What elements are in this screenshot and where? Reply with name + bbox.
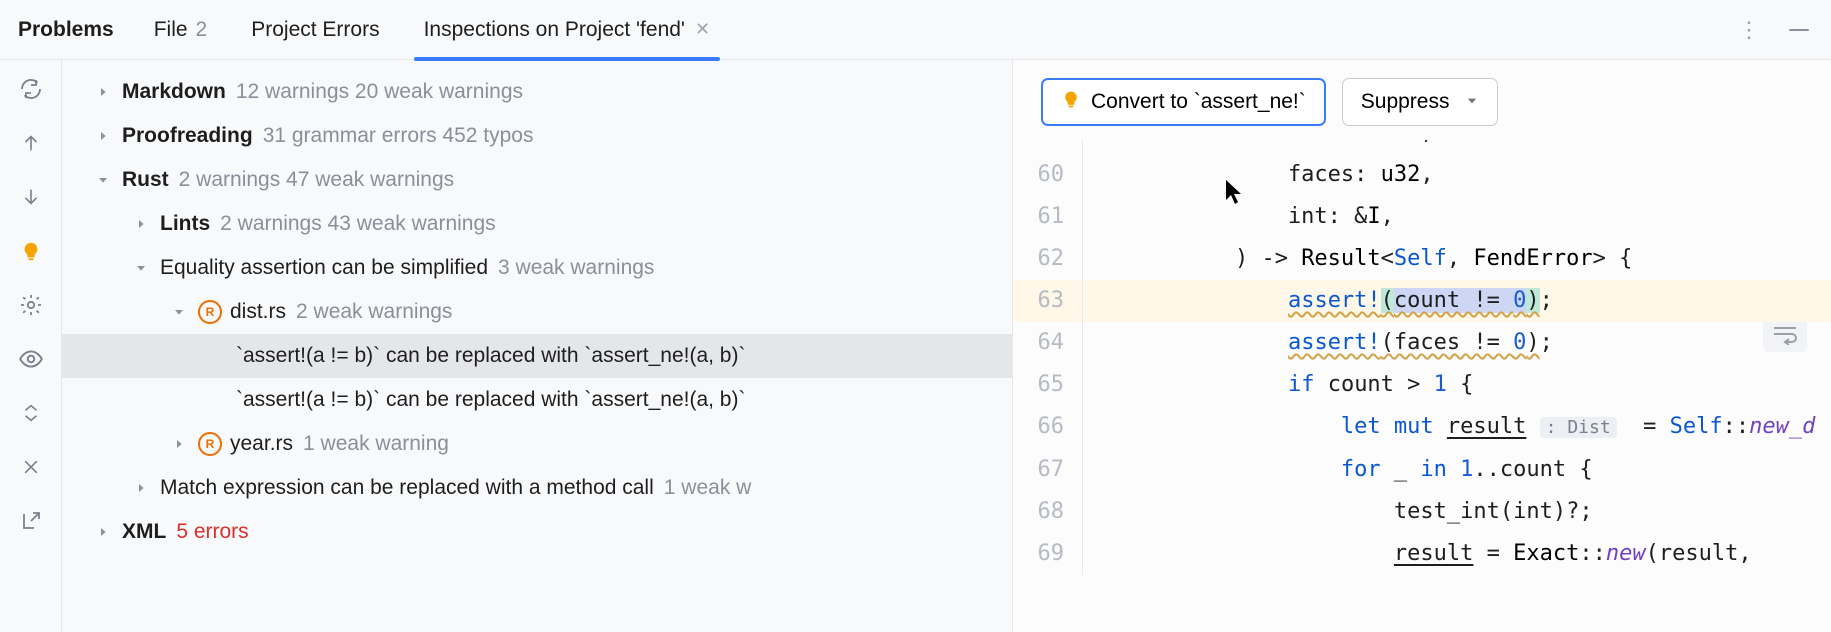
- code-line[interactable]: int: &I,: [1083, 196, 1831, 238]
- line-number: 67: [1013, 449, 1083, 491]
- chevron-right-icon[interactable]: [128, 211, 154, 237]
- tree-row[interactable]: XML 5 errors: [62, 510, 1012, 554]
- line-number: 60: [1013, 154, 1083, 196]
- tree-meta: 1 weak warning: [303, 432, 449, 456]
- tab-label: Project Errors: [251, 18, 379, 42]
- tree-row[interactable]: Markdown 12 warnings 20 weak warnings: [62, 70, 1012, 114]
- tree-label: dist.rs: [230, 300, 286, 324]
- tree-meta: 2 warnings 43 weak warnings: [220, 212, 495, 236]
- suppress-label: Suppress: [1361, 90, 1450, 114]
- tree-label: Rust: [122, 168, 169, 192]
- code-line[interactable]: result = Exact::new(result,: [1083, 533, 1831, 575]
- tab-file[interactable]: File 2: [154, 0, 208, 60]
- line-number: 62: [1013, 238, 1083, 280]
- chevron-right-icon[interactable]: [166, 431, 192, 457]
- eye-icon[interactable]: [16, 344, 46, 374]
- quickfix-label: Convert to `assert_ne!`: [1091, 90, 1306, 114]
- line-number: 64: [1013, 322, 1083, 364]
- panel-title: Problems: [18, 18, 114, 42]
- line-number: 61: [1013, 196, 1083, 238]
- code-line[interactable]: test_int(int)?;: [1083, 491, 1831, 533]
- tree-row[interactable]: `assert!(a != b)` can be replaced with `…: [62, 334, 1012, 378]
- tree-meta: 1 weak w: [664, 476, 752, 500]
- rust-file-icon: R: [198, 300, 222, 324]
- tree-row[interactable]: Equality assertion can be simplified 3 we…: [62, 246, 1012, 290]
- tree-row[interactable]: Ryear.rs 1 weak warning: [62, 422, 1012, 466]
- line-number: 69: [1013, 533, 1083, 575]
- tree-row[interactable]: `assert!(a != b)` can be replaced with `…: [62, 378, 1012, 422]
- tree-label: Equality assertion can be simplified: [160, 256, 488, 280]
- chevron-right-icon[interactable]: [90, 519, 116, 545]
- tab-label: File: [154, 18, 188, 42]
- tree-meta: 31 grammar errors 452 typos: [263, 124, 534, 148]
- tab-project-errors[interactable]: Project Errors: [251, 0, 379, 60]
- line-number: 65: [1013, 364, 1083, 406]
- arrow-down-icon[interactable]: [16, 182, 46, 212]
- tree-meta: 5 errors: [176, 520, 248, 544]
- action-bar: Convert to `assert_ne!` Suppress: [1013, 60, 1831, 140]
- header-bar: Problems File 2 Project Errors Inspectio…: [0, 0, 1831, 60]
- chevron-down-icon: [1465, 90, 1479, 114]
- code-line[interactable]: assert!(faces != 0);: [1083, 322, 1831, 364]
- bulb-icon[interactable]: [16, 236, 46, 266]
- collapse-icon[interactable]: [16, 398, 46, 428]
- tree-label: `assert!(a != b)` can be replaced with `…: [236, 388, 745, 412]
- tree-label: Lints: [160, 212, 210, 236]
- line-number: 63: [1013, 280, 1083, 322]
- tree-row[interactable]: Rust 2 warnings 47 weak warnings: [62, 158, 1012, 202]
- code-view[interactable]: 59 count: u32,60 faces: u32,61 int: &I,6…: [1013, 140, 1831, 575]
- chevron-right-icon[interactable]: [90, 79, 116, 105]
- export-icon[interactable]: [16, 506, 46, 536]
- code-line[interactable]: ) -> Result<Self, FendError> {: [1083, 238, 1831, 280]
- line-number: 66: [1013, 406, 1083, 449]
- refresh-icon[interactable]: [16, 74, 46, 104]
- code-line[interactable]: for _ in 1..count {: [1083, 449, 1831, 491]
- tree-row[interactable]: Lints 2 warnings 43 weak warnings: [62, 202, 1012, 246]
- rust-file-icon: R: [198, 432, 222, 456]
- tree-row[interactable]: Match expression can be replaced with a …: [62, 466, 1012, 510]
- chevron-down-icon[interactable]: [166, 299, 192, 325]
- tree-meta: 3 weak warnings: [498, 256, 654, 280]
- tree-label: Match expression can be replaced with a …: [160, 476, 654, 500]
- problems-tree: Markdown 12 warnings 20 weak warnings Proo…: [62, 60, 1012, 632]
- icon-rail: [0, 60, 62, 632]
- tree-meta: 2 weak warnings: [296, 300, 452, 324]
- bulb-icon: [1061, 89, 1081, 115]
- code-line[interactable]: faces: u32,: [1083, 154, 1831, 196]
- chevron-right-icon[interactable]: [90, 123, 116, 149]
- tree-meta: 2 warnings 47 weak warnings: [179, 168, 454, 192]
- tab-badge: 2: [196, 18, 208, 42]
- tree-label: Proofreading: [122, 124, 253, 148]
- chevron-down-icon[interactable]: [90, 167, 116, 193]
- gear-icon[interactable]: [16, 290, 46, 320]
- close-icon[interactable]: [16, 452, 46, 482]
- quickfix-button[interactable]: Convert to `assert_ne!`: [1041, 78, 1326, 126]
- code-line[interactable]: count: u32,: [1083, 140, 1831, 154]
- tree-label: `assert!(a != b)` can be replaced with `…: [236, 344, 745, 368]
- chevron-down-icon[interactable]: [128, 255, 154, 281]
- tab-inspections[interactable]: Inspections on Project 'fend' ✕: [424, 0, 710, 60]
- tree-meta: 12 warnings 20 weak warnings: [236, 80, 523, 104]
- code-line[interactable]: assert!(count != 0);: [1083, 280, 1831, 322]
- close-icon[interactable]: ✕: [695, 19, 710, 40]
- tree-row[interactable]: Proofreading 31 grammar errors 452 typos: [62, 114, 1012, 158]
- suppress-button[interactable]: Suppress: [1342, 78, 1499, 126]
- more-icon[interactable]: ⋮: [1738, 17, 1761, 43]
- tree-row[interactable]: Rdist.rs 2 weak warnings: [62, 290, 1012, 334]
- tree-label: Markdown: [122, 80, 226, 104]
- tree-label: XML: [122, 520, 166, 544]
- tree-label: year.rs: [230, 432, 293, 456]
- code-line[interactable]: if count > 1 {: [1083, 364, 1831, 406]
- line-number: 68: [1013, 491, 1083, 533]
- code-line[interactable]: let mut result : Dist = Self::new_d: [1083, 406, 1831, 449]
- tab-label: Inspections on Project 'fend': [424, 18, 685, 42]
- line-number: 59: [1013, 140, 1083, 154]
- chevron-right-icon[interactable]: [128, 475, 154, 501]
- tabs-container: File 2 Project Errors Inspections on Pro…: [154, 0, 1738, 60]
- minimize-icon[interactable]: [1789, 29, 1809, 31]
- arrow-up-icon[interactable]: [16, 128, 46, 158]
- code-preview-panel: Convert to `assert_ne!` Suppress 59 coun…: [1012, 60, 1831, 632]
